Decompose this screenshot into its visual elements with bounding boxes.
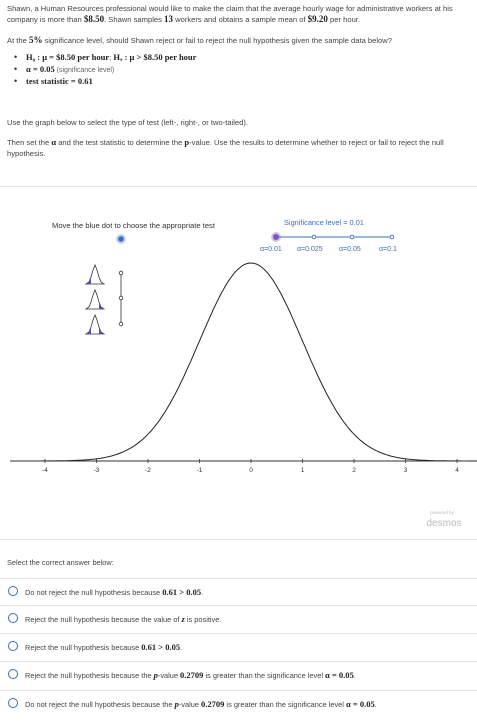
x-tick-label: -1: [197, 467, 203, 474]
alpha-stop-005[interactable]: [349, 234, 355, 240]
x-tick-label: 2: [352, 467, 356, 474]
problem-question: At the 5% significance level, should Sha…: [7, 35, 392, 45]
alpha-stop-01[interactable]: [389, 234, 395, 240]
graph-canvas[interactable]: Move the blue dot to choose the appropri…: [0, 187, 477, 539]
answer-option-label: Reject the null hypothesis because 0.61 …: [25, 642, 183, 652]
x-tick-label: 0: [249, 467, 253, 474]
x-tick-label: -4: [42, 467, 48, 474]
x-tick-label: 1: [301, 467, 305, 474]
alpha-item: α = 0.05 (significance level): [14, 63, 196, 75]
instructions-2: Then set the α and the test statistic to…: [7, 137, 444, 158]
test-type-dot[interactable]: [118, 236, 124, 242]
problem-intro: Shawn, a Human Resources professional wo…: [7, 4, 453, 24]
radio-button[interactable]: [8, 698, 18, 708]
test-type-stop[interactable]: [118, 270, 124, 276]
right-tailed-icon[interactable]: [84, 288, 106, 310]
answer-prompt: Select the correct answer below:: [7, 558, 114, 567]
answer-option[interactable]: Reject the null hypothesis because the v…: [0, 605, 477, 633]
answer-option-label: Reject the null hypothesis because the v…: [25, 614, 222, 624]
test-type-stop[interactable]: [118, 295, 124, 301]
radio-button[interactable]: [8, 586, 18, 596]
left-tailed-icon[interactable]: [84, 263, 106, 285]
alpha-option-label: α=0.1: [379, 246, 397, 253]
powered-by-text: powered by: [430, 510, 454, 515]
x-tick-label: 3: [404, 467, 408, 474]
x-tick-label: -3: [94, 467, 100, 474]
answer-option[interactable]: Do not reject the null hypothesis becaus…: [0, 578, 477, 606]
radio-button[interactable]: [8, 669, 18, 679]
x-tick-label: -2: [145, 467, 151, 474]
sample-size: 13: [164, 14, 174, 24]
desmos-graph[interactable]: Move the blue dot to choose the appropri…: [0, 186, 477, 540]
answer-option[interactable]: Do not reject the null hypothesis becaus…: [0, 690, 477, 718]
instructions-1: Use the graph below to select the type o…: [7, 118, 249, 127]
move-dot-label: Move the blue dot to choose the appropri…: [52, 221, 216, 230]
hypotheses-item: H₀ : μ = $8.50 per hour; Hₐ : μ > $8.50 …: [14, 51, 196, 63]
radio-button[interactable]: [8, 641, 18, 651]
test-statistic-item: test statistic = 0.61: [14, 75, 196, 87]
alpha-option-label: α=0.01: [260, 246, 282, 253]
significance-label: Significance level = 0.01: [284, 218, 364, 227]
answer-option[interactable]: Reject the null hypothesis because the p…: [0, 661, 477, 689]
answer-option-label: Do not reject the null hypothesis becaus…: [25, 699, 377, 709]
alpha-slider-handle[interactable]: [273, 234, 279, 240]
radio-button[interactable]: [8, 613, 18, 623]
x-tick-label: 4: [455, 467, 459, 474]
answer-option[interactable]: Reject the null hypothesis because 0.61 …: [0, 633, 477, 661]
given-data-list: H₀ : μ = $8.50 per hour; Hₐ : μ > $8.50 …: [14, 51, 196, 87]
normal-curve: [14, 262, 477, 462]
sample-mean: $9.20: [307, 14, 328, 24]
alpha-stop-0025[interactable]: [311, 234, 317, 240]
alpha-option-label: α=0.025: [297, 246, 323, 253]
test-type-stop[interactable]: [118, 321, 124, 327]
desmos-logo: desmos: [426, 518, 461, 529]
alpha-option-label: α=0.05: [339, 246, 361, 253]
claim-value: $8.50: [83, 14, 105, 24]
answer-option-label: Reject the null hypothesis because the p…: [25, 670, 356, 680]
two-tailed-icon[interactable]: [84, 313, 106, 335]
significance-percent: 5%: [28, 35, 43, 45]
answer-option-label: Do not reject the null hypothesis becaus…: [25, 587, 204, 597]
